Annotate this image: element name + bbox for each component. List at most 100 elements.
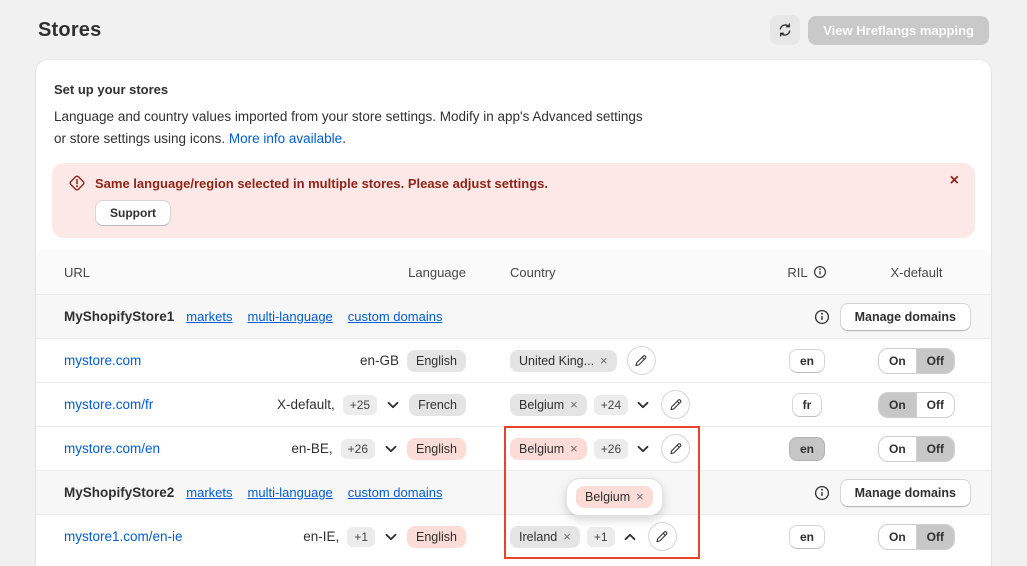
toggle-on[interactable]: On [879,437,916,461]
country-overflow-chip: +24 [593,394,629,415]
chevron-down-icon[interactable] [635,443,651,455]
more-info-link[interactable]: More info available [229,131,342,146]
alert-diamond-icon [68,174,86,192]
edit-pencil-button[interactable] [647,522,677,551]
link-multi-language[interactable]: multi-language [248,309,333,324]
country-popup: Belgium × [566,478,663,516]
toggle-on[interactable]: On [879,525,916,549]
store-url-link[interactable]: mystore1.com/en-ie [64,529,183,544]
toggle-off[interactable]: Off [915,436,954,461]
country-chip: Ireland × [510,525,580,548]
ril-chip[interactable]: en [788,436,825,461]
toggle-off[interactable]: Off [915,392,954,417]
xdefault-toggle[interactable]: On Off [878,391,955,418]
topbar-actions: View Hreflangs mapping [770,15,989,45]
store-name: MyShopifyStore1 [64,309,175,324]
column-header-xdefault: X-default [890,264,943,280]
info-icon[interactable] [813,265,827,279]
column-header-ril: RIL [752,265,862,280]
link-custom-domains[interactable]: custom domains [348,309,443,324]
language-code: en-GB [359,353,399,368]
chip-remove-icon[interactable]: × [636,490,644,503]
table-row: mystore.com/en en-BE, +26 English Belgiu… [36,426,991,470]
country-chip: United King... × [510,349,617,372]
ril-chip[interactable]: en [788,348,825,373]
link-custom-domains[interactable]: custom domains [348,485,443,500]
chip-remove-icon[interactable]: × [570,398,578,411]
store-group-row: MyShopifyStore1 markets multi-language c… [36,294,991,338]
link-markets[interactable]: markets [186,309,232,324]
pencil-icon [670,442,681,454]
chip-remove-icon[interactable]: × [570,442,578,455]
popup-country-chip: Belgium × [576,486,653,508]
store-url-link[interactable]: mystore.com/en [64,441,160,456]
column-header-language: Language [408,264,466,280]
toggle-on[interactable]: On [879,392,916,417]
language-overflow-chip: +1 [347,526,375,547]
topbar: Stores View Hreflangs mapping [0,0,1027,60]
link-markets[interactable]: markets [186,485,232,500]
page-title: Stores [38,18,102,41]
table-row: mystore.com/fr X-default, +25 French Bel… [36,382,991,426]
store-group-row: MyShopifyStore2 markets multi-language c… [36,470,991,514]
store-name: MyShopifyStore2 [64,485,175,500]
chevron-down-icon[interactable] [383,531,399,543]
pencil-icon [656,530,668,542]
language-code: X-default, [276,397,335,412]
link-multi-language[interactable]: multi-language [248,485,333,500]
setup-description: Language and country values imported fro… [54,109,643,146]
language-code: en-BE, [291,441,333,456]
warning-banner: Same language/region selected in multipl… [52,163,975,238]
banner-close-icon[interactable]: × [950,173,959,189]
chevron-up-icon[interactable] [622,531,638,543]
table-header-row: URL Language Country RIL X-default [36,250,991,294]
table-row: mystore1.com/en-ie en-IE, +1 English Ire… [36,514,991,558]
xdefault-toggle[interactable]: On Off [878,523,955,550]
edit-pencil-button[interactable] [626,346,656,375]
toggle-off[interactable]: Off [915,348,954,373]
ril-chip[interactable]: fr [791,392,823,417]
info-icon[interactable] [814,485,830,501]
chip-remove-icon[interactable]: × [600,354,608,367]
manage-domains-button[interactable]: Manage domains [839,302,971,331]
country-overflow-chip: +26 [593,438,629,459]
store-url-link[interactable]: mystore.com [64,353,141,368]
xdefault-toggle[interactable]: On Off [878,435,955,462]
chevron-down-icon[interactable] [385,399,401,411]
edit-pencil-button[interactable] [661,434,691,463]
chevron-down-icon[interactable] [635,399,651,411]
banner-message: Same language/region selected in multipl… [95,175,548,191]
toggle-on[interactable]: On [879,349,916,373]
column-header-url: URL [64,264,91,280]
setup-heading: Set up your stores [54,82,169,97]
view-hreflangs-button[interactable]: View Hreflangs mapping [808,15,989,45]
language-chip: French [409,393,466,416]
support-button[interactable]: Support [95,200,171,226]
pencil-icon [635,354,647,366]
stores-card: Set up your stores Language and country … [36,60,991,566]
toggle-off[interactable]: Off [915,524,954,549]
manage-domains-button[interactable]: Manage domains [839,478,971,507]
xdefault-toggle[interactable]: On Off [878,347,955,374]
language-chip: English [407,349,466,372]
table-row: mystore.com en-GB English United King...… [36,338,991,382]
edit-pencil-button[interactable] [661,390,691,419]
country-chip: Belgium × [510,393,587,416]
language-overflow-chip: +25 [342,394,378,415]
language-chip: English [407,437,466,460]
chip-remove-icon[interactable]: × [563,530,571,543]
country-overflow-chip: +1 [586,526,615,547]
country-chip: Belgium × [510,437,587,460]
refresh-button[interactable] [770,15,801,45]
language-chip: English [407,525,466,548]
store-url-link[interactable]: mystore.com/fr [64,397,153,412]
chevron-down-icon[interactable] [383,443,399,455]
language-code: en-IE, [303,529,340,544]
ril-chip[interactable]: en [788,524,825,549]
column-header-country: Country [510,264,556,280]
info-icon[interactable] [814,309,830,325]
pencil-icon [670,398,681,410]
stores-table: URL Language Country RIL X-default MySho… [36,250,991,559]
sync-icon [777,22,793,38]
language-overflow-chip: +26 [340,438,375,459]
